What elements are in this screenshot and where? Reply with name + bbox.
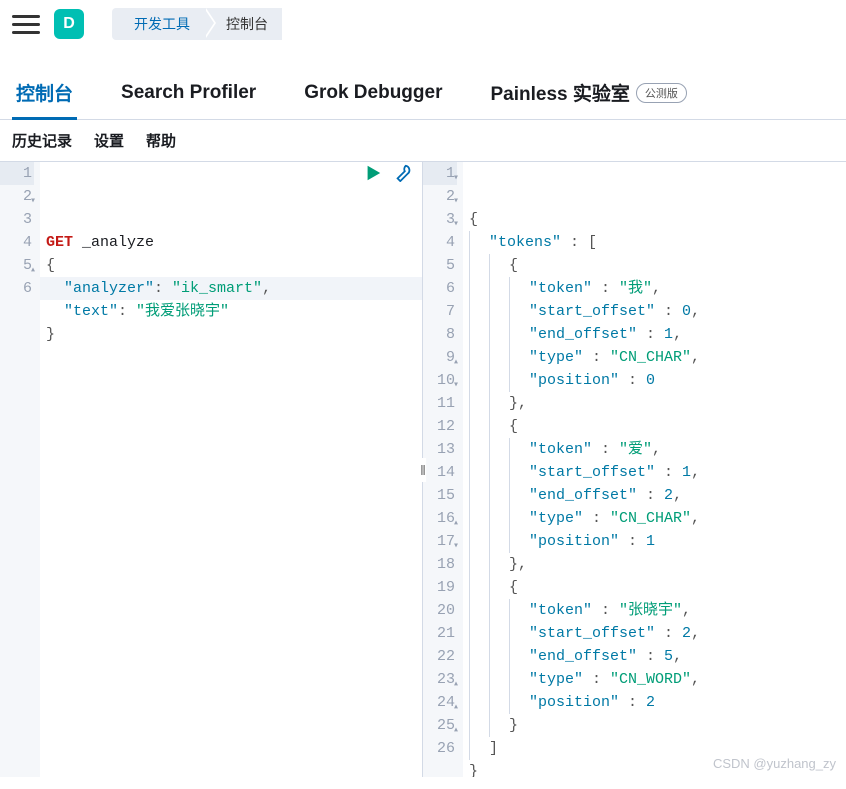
tab-painless-label: Painless 实验室 [491, 79, 630, 106]
code-line: { [469, 415, 840, 438]
code-line: "token" : "张晓宇", [469, 599, 840, 622]
code-line: "analyzer": "ik_smart", [46, 277, 416, 300]
subtab-help[interactable]: 帮助 [146, 130, 176, 151]
response-editor: 1▾2▾3▾456789▴10▾111213141516▴17▾18192021… [423, 162, 846, 777]
beta-badge: 公测版 [636, 83, 687, 103]
console-subbar: 历史记录 设置 帮助 [0, 120, 846, 162]
code-line: "start_offset" : 2, [469, 622, 840, 645]
gutter-line: 8 [423, 323, 457, 346]
response-code: {"tokens" : [{"token" : "我","start_offse… [463, 162, 846, 777]
gutter-line: 15 [423, 484, 457, 507]
gutter-line: 1▾ [423, 162, 457, 185]
code-line: "token" : "爱", [469, 438, 840, 461]
gutter-line: 11 [423, 392, 457, 415]
code-line: "start_offset" : 0, [469, 300, 840, 323]
code-line: "type" : "CN_CHAR", [469, 346, 840, 369]
code-line [46, 346, 416, 369]
code-line: "position" : 1 [469, 530, 840, 553]
gutter-line: 2▾ [423, 185, 457, 208]
subtab-settings[interactable]: 设置 [94, 130, 124, 151]
code-line: { [469, 576, 840, 599]
code-line: "position" : 0 [469, 369, 840, 392]
gutter-line: 12 [423, 415, 457, 438]
request-pane: 12▾345▴6 GET _analyze{ "analyzer": "ik_s… [0, 162, 423, 777]
breadcrumb: 开发工具 控制台 [112, 8, 282, 40]
gutter-line: 2▾ [0, 185, 34, 208]
gutter-line: 3 [0, 208, 34, 231]
code-line: } [469, 760, 840, 777]
code-line: "end_offset" : 5, [469, 645, 840, 668]
request-actions [364, 164, 414, 184]
response-gutter: 1▾2▾3▾456789▴10▾111213141516▴17▾18192021… [423, 162, 463, 777]
gutter-line: 7 [423, 300, 457, 323]
code-line: "tokens" : [ [469, 231, 840, 254]
code-line: "text": "我爱张晓宇" [46, 300, 416, 323]
gutter-line: 6 [423, 277, 457, 300]
gutter-line: 18 [423, 553, 457, 576]
code-line: GET _analyze [46, 231, 416, 254]
gutter-line: 9▴ [423, 346, 457, 369]
code-line: { [469, 208, 840, 231]
code-line: } [46, 323, 416, 346]
gutter-line: 25▴ [423, 714, 457, 737]
tab-console[interactable]: 控制台 [12, 66, 77, 119]
code-line: "position" : 2 [469, 691, 840, 714]
topbar: D 开发工具 控制台 [0, 0, 846, 48]
code-line: "type" : "CN_WORD", [469, 668, 840, 691]
tab-painless-lab[interactable]: Painless 实验室 公测版 [487, 66, 691, 119]
request-editor[interactable]: 12▾345▴6 GET _analyze{ "analyzer": "ik_s… [0, 162, 422, 777]
code-line: "type" : "CN_CHAR", [469, 507, 840, 530]
gutter-line: 22 [423, 645, 457, 668]
gutter-line: 1 [0, 162, 34, 185]
subtab-history[interactable]: 历史记录 [12, 130, 72, 151]
gutter-line: 23▴ [423, 668, 457, 691]
code-line: }, [469, 553, 840, 576]
code-line: "start_offset" : 1, [469, 461, 840, 484]
code-line: { [469, 254, 840, 277]
code-line: "token" : "我", [469, 277, 840, 300]
run-icon[interactable] [364, 164, 384, 184]
tab-grok-debugger[interactable]: Grok Debugger [300, 66, 446, 119]
gutter-line: 4 [423, 231, 457, 254]
gutter-line: 5▴ [0, 254, 34, 277]
tab-search-profiler[interactable]: Search Profiler [117, 66, 260, 119]
code-line: "end_offset" : 1, [469, 323, 840, 346]
split-handle-icon[interactable]: ‖ [420, 458, 426, 482]
response-pane: 1▾2▾3▾456789▴10▾111213141516▴17▾18192021… [423, 162, 846, 777]
code-line: }, [469, 392, 840, 415]
editor-split: 12▾345▴6 GET _analyze{ "analyzer": "ik_s… [0, 162, 846, 777]
menu-icon[interactable] [12, 10, 40, 38]
code-line: "end_offset" : 2, [469, 484, 840, 507]
main-tabs: 控制台 Search Profiler Grok Debugger Painle… [0, 66, 846, 120]
gutter-line: 24▴ [423, 691, 457, 714]
gutter-line: 19 [423, 576, 457, 599]
request-code[interactable]: GET _analyze{ "analyzer": "ik_smart", "t… [40, 162, 422, 777]
request-gutter: 12▾345▴6 [0, 162, 40, 777]
code-line: ] [469, 737, 840, 760]
gutter-line: 10▾ [423, 369, 457, 392]
gutter-line: 13 [423, 438, 457, 461]
gutter-line: 3▾ [423, 208, 457, 231]
breadcrumb-dev-tools[interactable]: 开发工具 [112, 8, 204, 40]
gutter-line: 21 [423, 622, 457, 645]
gutter-line: 26 [423, 737, 457, 760]
code-line: } [469, 714, 840, 737]
code-line: { [46, 254, 416, 277]
gutter-line: 6 [0, 277, 34, 300]
wrench-icon[interactable] [394, 164, 414, 184]
space-badge[interactable]: D [54, 9, 84, 39]
gutter-line: 14 [423, 461, 457, 484]
gutter-line: 16▴ [423, 507, 457, 530]
gutter-line: 4 [0, 231, 34, 254]
gutter-line: 17▾ [423, 530, 457, 553]
gutter-line: 20 [423, 599, 457, 622]
gutter-line: 5 [423, 254, 457, 277]
